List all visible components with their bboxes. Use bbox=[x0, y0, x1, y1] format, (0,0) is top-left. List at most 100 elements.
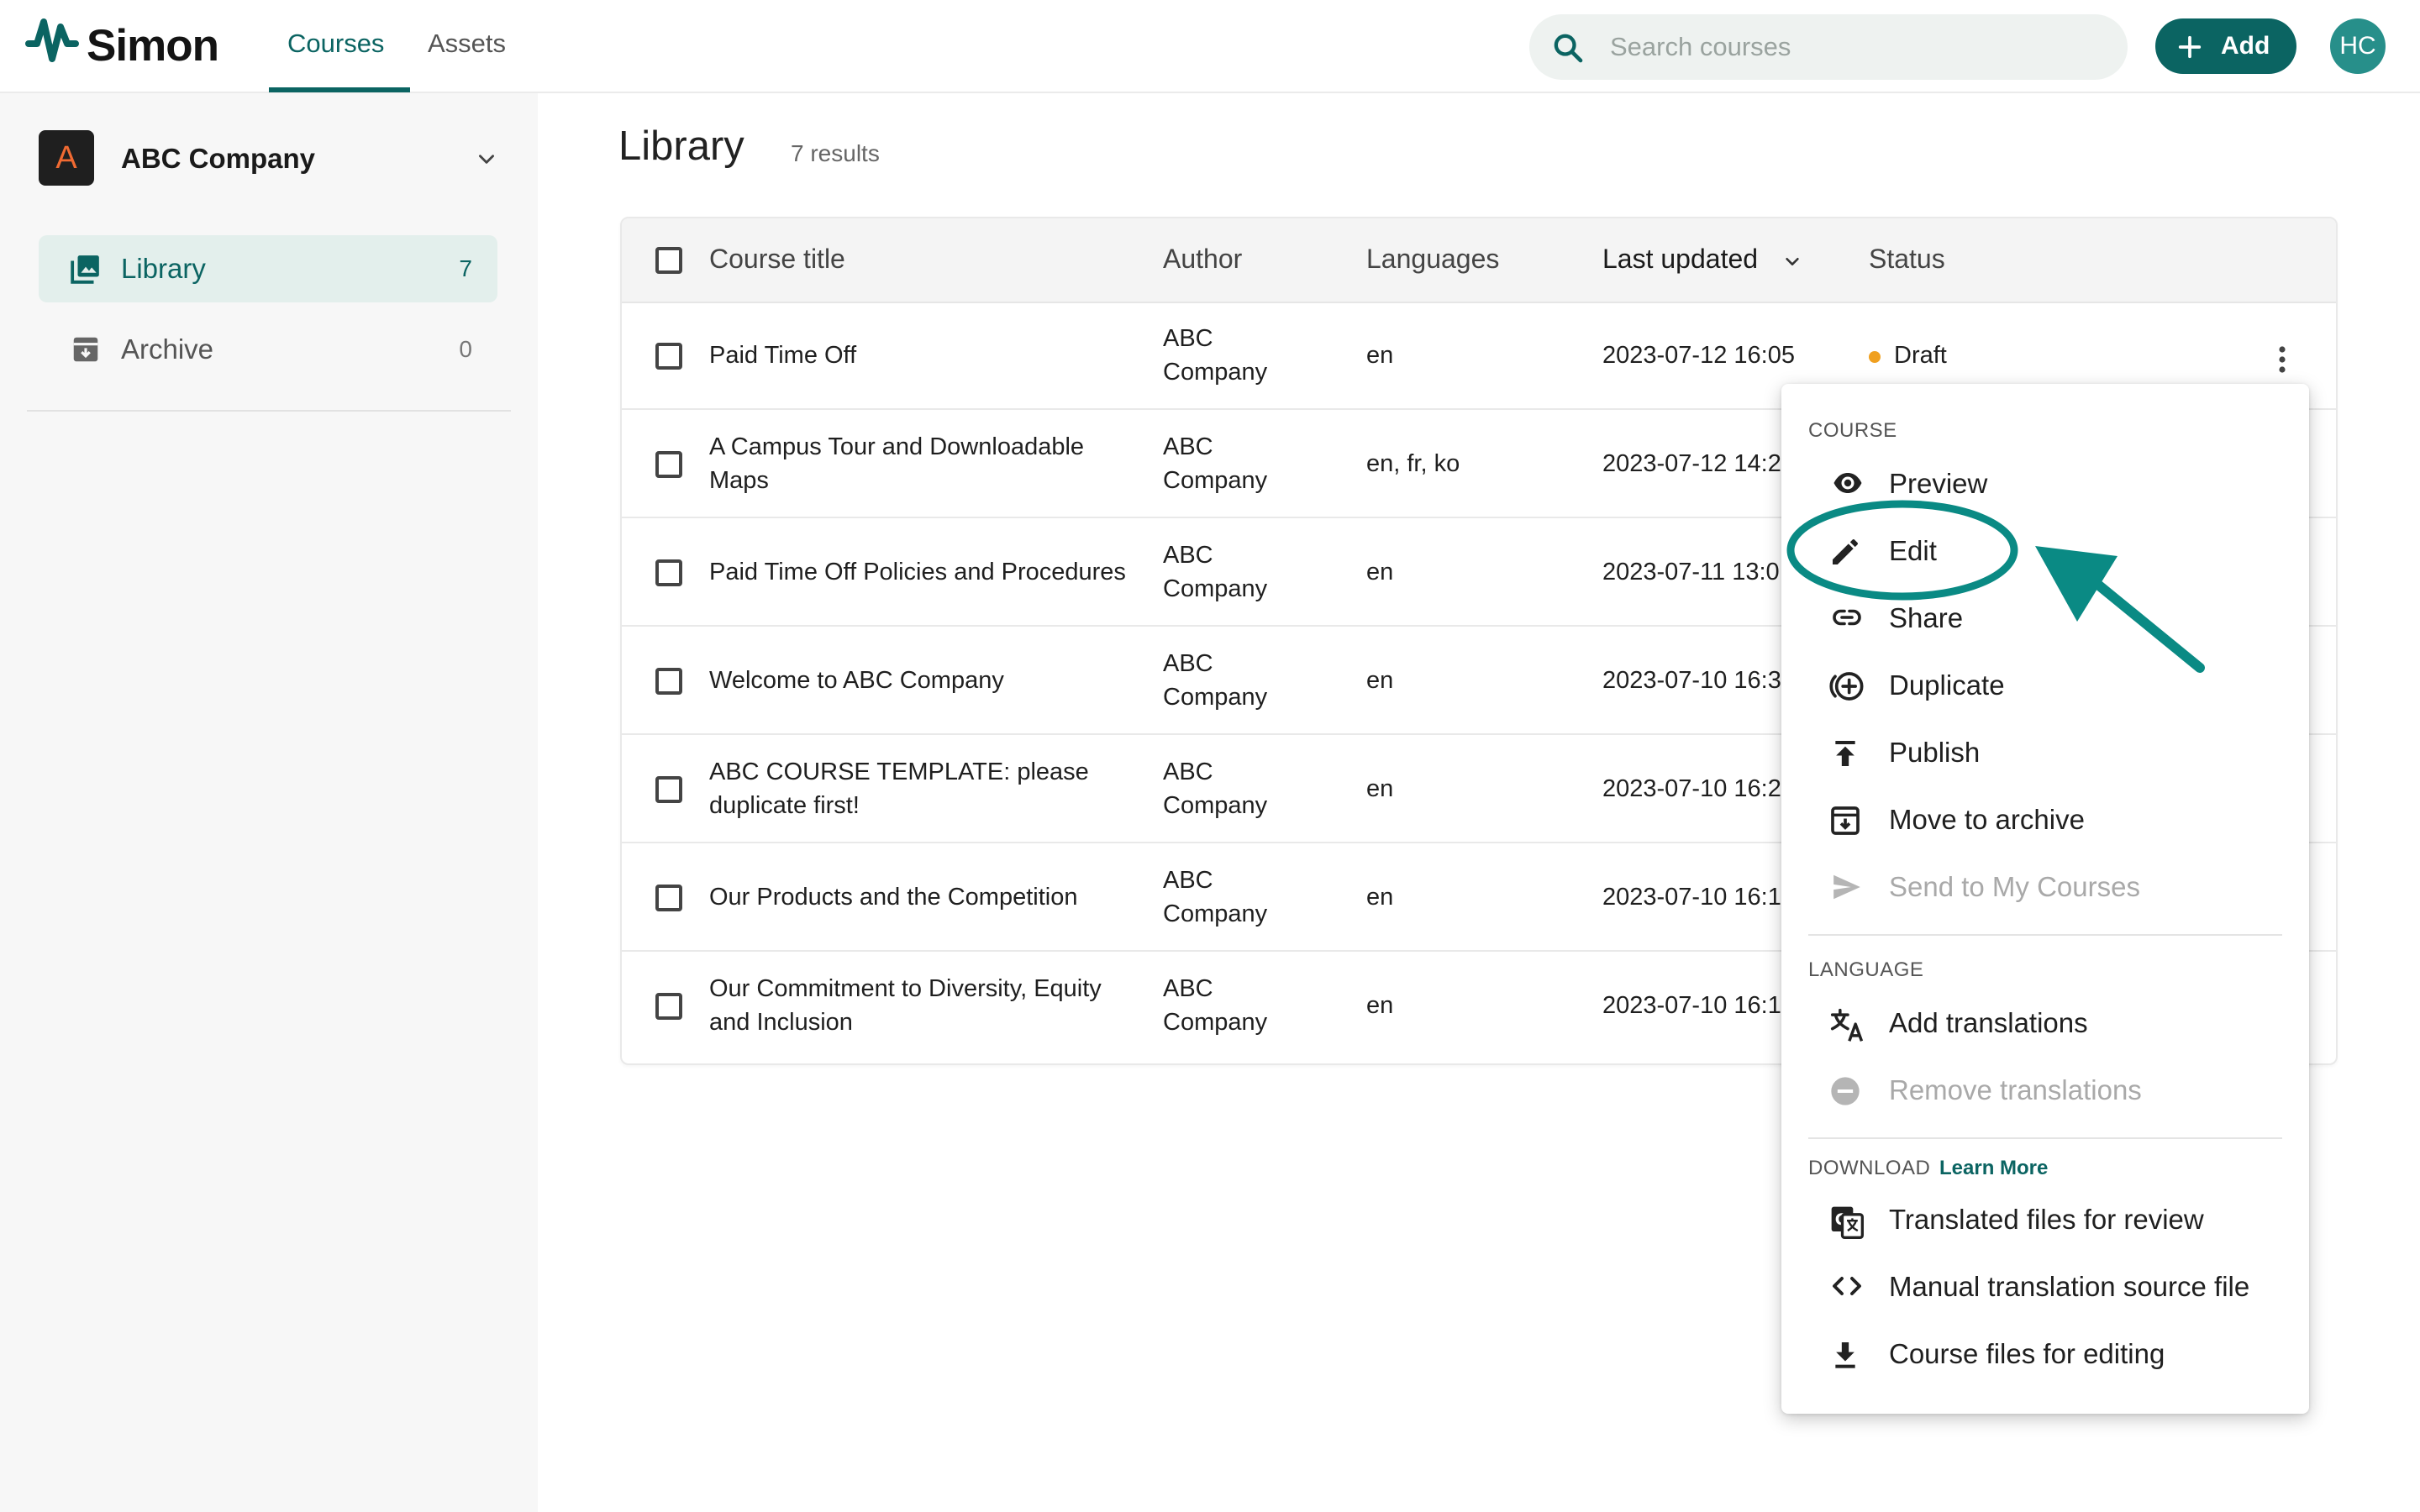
course-title[interactable]: Our Products and the Competition bbox=[709, 880, 1146, 914]
learn-more-link[interactable]: Learn More bbox=[1939, 1157, 2048, 1180]
column-header-status[interactable]: Status bbox=[1869, 244, 1945, 275]
add-button-label: Add bbox=[2221, 32, 2270, 60]
org-switcher[interactable]: A ABC Company bbox=[39, 130, 509, 186]
send-icon bbox=[1833, 874, 1860, 900]
column-header-last-updated[interactable]: Last updated bbox=[1602, 244, 1758, 275]
course-last-updated: 2023-07-12 14:2 bbox=[1602, 450, 1781, 477]
menu-item-label: Move to archive bbox=[1889, 804, 2085, 835]
column-header-author[interactable]: Author bbox=[1163, 244, 1242, 275]
menu-item-label: Remove translations bbox=[1889, 1074, 2142, 1105]
course-languages: en bbox=[1366, 559, 1394, 585]
more-options-icon[interactable] bbox=[2277, 345, 2287, 374]
chevron-down-icon bbox=[479, 155, 494, 164]
course-languages: en bbox=[1366, 884, 1394, 911]
course-languages: en bbox=[1366, 667, 1394, 694]
row-checkbox[interactable] bbox=[655, 343, 682, 370]
course-title[interactable]: Paid Time Off bbox=[709, 339, 1146, 372]
sidebar: A ABC Company Library 7 Archive 0 bbox=[0, 93, 538, 1512]
code-icon bbox=[1833, 1277, 1861, 1295]
menu-item-add-translations[interactable]: Add translations bbox=[1781, 990, 2309, 1054]
search-icon bbox=[1554, 34, 1583, 63]
sidebar-item-count: 7 bbox=[459, 255, 472, 281]
archive-icon bbox=[73, 337, 98, 362]
menu-divider bbox=[1808, 934, 2282, 936]
add-button[interactable]: Add bbox=[2155, 18, 2296, 74]
plus-icon bbox=[2178, 35, 2202, 59]
course-last-updated: 2023-07-10 16:2 bbox=[1602, 775, 1781, 802]
org-avatar: A bbox=[39, 130, 94, 186]
row-checkbox[interactable] bbox=[655, 885, 682, 911]
menu-item-move-to-archive[interactable]: Move to archive bbox=[1781, 787, 2309, 851]
archive-icon bbox=[1831, 806, 1860, 835]
publish-icon bbox=[1835, 741, 1855, 766]
sidebar-item-label: Archive bbox=[121, 333, 214, 365]
course-last-updated: 2023-07-10 16:1 bbox=[1602, 992, 1781, 1019]
sidebar-item-library[interactable]: Library 7 bbox=[39, 235, 497, 302]
select-all-checkbox[interactable] bbox=[655, 247, 682, 274]
menu-item-translated-files[interactable]: G Translated files for review bbox=[1781, 1187, 2309, 1251]
course-author: ABC Company bbox=[1163, 650, 1268, 711]
menu-item-course-files[interactable]: Course files for editing bbox=[1781, 1321, 2309, 1385]
menu-item-label: Course files for editing bbox=[1889, 1338, 2165, 1369]
annotation-overlay bbox=[1786, 500, 2205, 673]
course-languages: en bbox=[1366, 342, 1394, 369]
highlight-ellipse bbox=[1786, 500, 2018, 601]
row-checkbox[interactable] bbox=[655, 559, 682, 586]
row-checkbox[interactable] bbox=[655, 451, 682, 478]
library-icon bbox=[71, 255, 99, 284]
eye-icon bbox=[1833, 473, 1862, 493]
row-checkbox[interactable] bbox=[655, 993, 682, 1020]
menu-item-label: Add translations bbox=[1889, 1007, 2088, 1038]
sidebar-divider bbox=[27, 410, 511, 412]
menu-item-label: Send to My Courses bbox=[1889, 871, 2140, 902]
org-name: ABC Company bbox=[121, 143, 316, 174]
menu-item-manual-translation-source[interactable]: Manual translation source file bbox=[1781, 1254, 2309, 1318]
row-checkbox[interactable] bbox=[655, 776, 682, 803]
search-input[interactable] bbox=[1610, 14, 2106, 80]
tab-courses[interactable]: Courses bbox=[287, 29, 384, 59]
course-last-updated: 2023-07-10 16:3 bbox=[1602, 667, 1781, 694]
course-author: ABC Company bbox=[1163, 325, 1268, 386]
course-last-updated: 2023-07-12 16:05 bbox=[1602, 342, 1795, 369]
status-badge: Draft bbox=[1894, 342, 1947, 369]
course-title[interactable]: Welcome to ABC Company bbox=[709, 664, 1146, 697]
course-title[interactable]: A Campus Tour and Downloadable Maps bbox=[709, 430, 1146, 497]
menu-item-label: Translated files for review bbox=[1889, 1204, 2204, 1235]
row-checkbox[interactable] bbox=[655, 668, 682, 695]
remove-circle-icon bbox=[1831, 1077, 1860, 1105]
simon-logo[interactable]: Simon bbox=[25, 15, 235, 71]
tab-assets[interactable]: Assets bbox=[428, 29, 506, 59]
course-last-updated: 2023-07-10 16:1 bbox=[1602, 884, 1781, 911]
column-header-title[interactable]: Course title bbox=[709, 244, 845, 275]
page-title: Library bbox=[618, 123, 744, 169]
sidebar-item-archive[interactable]: Archive 0 bbox=[39, 316, 497, 383]
menu-item-publish[interactable]: Publish bbox=[1781, 720, 2309, 784]
sidebar-item-count: 0 bbox=[459, 336, 472, 362]
status-dot bbox=[1869, 351, 1881, 363]
simon-logo-icon bbox=[25, 18, 79, 62]
menu-section-course: COURSE bbox=[1808, 419, 1897, 442]
menu-item-remove-translations[interactable]: Remove translations bbox=[1781, 1058, 2309, 1121]
course-author: ABC Company bbox=[1163, 542, 1268, 602]
course-author: ABC Company bbox=[1163, 867, 1268, 927]
menu-item-label: Manual translation source file bbox=[1889, 1271, 2250, 1302]
course-languages: en, fr, ko bbox=[1366, 450, 1460, 477]
sort-chevron-down-icon[interactable] bbox=[1783, 252, 1802, 270]
menu-item-label: Publish bbox=[1889, 737, 1981, 768]
result-count: 7 results bbox=[791, 140, 880, 166]
course-author: ABC Company bbox=[1163, 759, 1268, 819]
pointer-arrow bbox=[2035, 546, 2205, 673]
column-header-languages[interactable]: Languages bbox=[1366, 244, 1499, 275]
menu-section-download: DOWNLOAD bbox=[1808, 1157, 1931, 1179]
download-icon bbox=[1835, 1342, 1855, 1368]
course-title[interactable]: Paid Time Off Policies and Procedures bbox=[709, 555, 1163, 589]
search-bar[interactable] bbox=[1529, 14, 2128, 80]
menu-item-send-to-my-courses[interactable]: Send to My Courses bbox=[1781, 854, 2309, 918]
course-title[interactable]: ABC COURSE TEMPLATE: please duplicate fi… bbox=[709, 755, 1129, 822]
user-avatar[interactable]: HC bbox=[2330, 18, 2386, 74]
course-author: ABC Company bbox=[1163, 975, 1268, 1036]
course-title[interactable]: Our Commitment to Diversity, Equity and … bbox=[709, 972, 1146, 1039]
menu-divider bbox=[1808, 1137, 2282, 1139]
sidebar-item-label: Library bbox=[121, 253, 206, 284]
menu-section-language: LANGUAGE bbox=[1808, 958, 1924, 981]
